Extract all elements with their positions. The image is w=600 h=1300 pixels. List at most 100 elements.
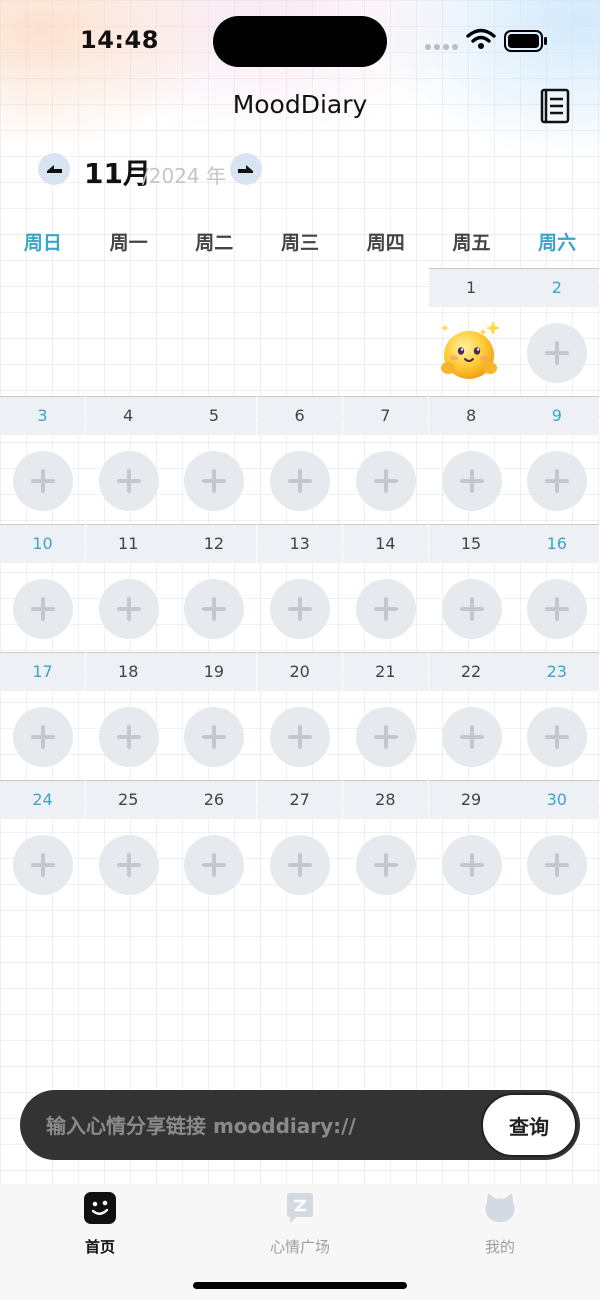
plus-icon <box>459 725 484 749</box>
month-navigator: 11月 /2024 年 <box>38 150 338 190</box>
add-mood-button[interactable] <box>355 579 416 639</box>
mood-entry[interactable] <box>439 318 505 388</box>
add-mood-button[interactable] <box>270 579 331 639</box>
add-mood-button[interactable] <box>13 451 73 511</box>
calendar-week: 12 <box>0 268 600 396</box>
add-mood-button[interactable] <box>441 835 502 895</box>
add-mood-button[interactable] <box>13 707 73 767</box>
next-month-button[interactable] <box>230 153 262 185</box>
add-mood-button[interactable] <box>441 451 502 511</box>
day-number: 24 <box>32 790 53 809</box>
weekday-label: 周日 <box>23 232 62 254</box>
day-number: 28 <box>375 790 396 809</box>
plus-icon <box>545 597 570 621</box>
plus-icon <box>459 469 484 493</box>
add-mood-button[interactable] <box>527 323 588 383</box>
add-mood-button[interactable] <box>527 451 588 511</box>
add-mood-button[interactable] <box>98 451 159 511</box>
day-number: 17 <box>32 662 53 681</box>
add-mood-button[interactable] <box>184 579 245 639</box>
calendar-day-cell: 28 <box>342 780 428 908</box>
plus-icon <box>459 853 484 877</box>
calendar-day-cell: 7 <box>342 396 428 524</box>
query-button[interactable]: 查询 <box>481 1093 577 1157</box>
day-number: 21 <box>375 662 396 681</box>
day-number: 4 <box>123 406 134 425</box>
add-mood-button[interactable] <box>98 835 159 895</box>
calendar-week: 24 25 26 27 28 29 30 <box>0 780 600 908</box>
day-number: 11 <box>118 534 139 553</box>
add-mood-button[interactable] <box>527 835 588 895</box>
mood-square-icon <box>287 1193 313 1223</box>
weekday-label: 周六 <box>538 232 577 254</box>
calendar-day-cell: 14 <box>342 524 428 652</box>
add-mood-button[interactable] <box>441 707 502 767</box>
calendar-day-cell: 22 <box>428 652 514 780</box>
calendar-day-cell: 1 <box>428 268 514 396</box>
add-mood-button[interactable] <box>98 579 159 639</box>
current-month: 11月 <box>84 157 151 190</box>
calendar-day-cell: 3 <box>0 396 85 524</box>
add-mood-button[interactable] <box>355 707 416 767</box>
arrow-left-icon <box>47 165 62 173</box>
notebook-icon[interactable] <box>540 88 570 124</box>
plus-icon <box>545 853 570 877</box>
add-mood-button[interactable] <box>184 451 245 511</box>
tab-profile[interactable]: 我的 <box>420 1192 580 1256</box>
calendar-day-cell: 25 <box>85 780 171 908</box>
share-link-input[interactable] <box>44 1108 478 1144</box>
calendar-day-cell: 17 <box>0 652 85 780</box>
calendar-day-cell: 4 <box>85 396 171 524</box>
tab-profile-label: 我的 <box>484 1238 515 1256</box>
weekday-header: 周日 周一 周二 周三 周四 周五 周六 <box>0 228 600 262</box>
plus-icon <box>31 469 55 493</box>
app-title: MoodDiary <box>232 90 368 119</box>
day-number: 15 <box>460 534 482 553</box>
add-mood-button[interactable] <box>270 451 331 511</box>
wifi-icon <box>466 28 496 49</box>
plus-icon <box>202 469 227 493</box>
add-mood-button[interactable] <box>441 579 502 639</box>
tab-mood-square[interactable]: 心情广场 <box>220 1192 380 1256</box>
prev-month-button[interactable] <box>38 153 70 185</box>
add-mood-button[interactable] <box>355 835 416 895</box>
day-number: 26 <box>203 790 225 809</box>
plus-icon <box>202 725 227 749</box>
add-mood-button[interactable] <box>98 707 159 767</box>
tab-home[interactable]: 首页 <box>20 1192 180 1256</box>
calendar-day-cell: 5 <box>171 396 257 524</box>
plus-icon <box>116 597 141 621</box>
plus-icon <box>373 469 398 493</box>
day-number: 29 <box>460 790 482 809</box>
plus-icon <box>373 853 398 877</box>
add-mood-button[interactable] <box>355 451 416 511</box>
plus-icon <box>31 597 55 621</box>
day-number: 20 <box>289 662 310 681</box>
add-mood-button[interactable] <box>13 835 73 895</box>
day-number: 25 <box>118 790 139 809</box>
weekday-label: 周一 <box>109 232 148 254</box>
signal-icon <box>425 44 458 50</box>
add-mood-button[interactable] <box>184 707 245 767</box>
calendar-day-cell: 8 <box>428 396 514 524</box>
weekday-label: 周五 <box>452 232 491 254</box>
calendar-day-cell: 18 <box>85 652 171 780</box>
calendar-day-cell: 20 <box>257 652 343 780</box>
day-number: 8 <box>465 406 477 425</box>
add-mood-button[interactable] <box>527 579 588 639</box>
add-mood-button[interactable] <box>270 707 331 767</box>
plus-icon <box>288 725 313 749</box>
day-number: 14 <box>375 534 396 553</box>
add-mood-button[interactable] <box>270 835 331 895</box>
calendar-day-cell: 24 <box>0 780 85 908</box>
add-mood-button[interactable] <box>13 579 73 639</box>
add-mood-button[interactable] <box>527 707 588 767</box>
add-mood-button[interactable] <box>184 835 245 895</box>
day-number: 2 <box>551 278 562 297</box>
day-number: 13 <box>289 534 310 553</box>
plus-icon <box>545 725 570 749</box>
plus-icon <box>288 853 313 877</box>
happy-sparkle-emoji <box>440 321 500 379</box>
status-bar: 14:48 <box>0 0 600 82</box>
calendar-day-cell: 27 <box>257 780 343 908</box>
